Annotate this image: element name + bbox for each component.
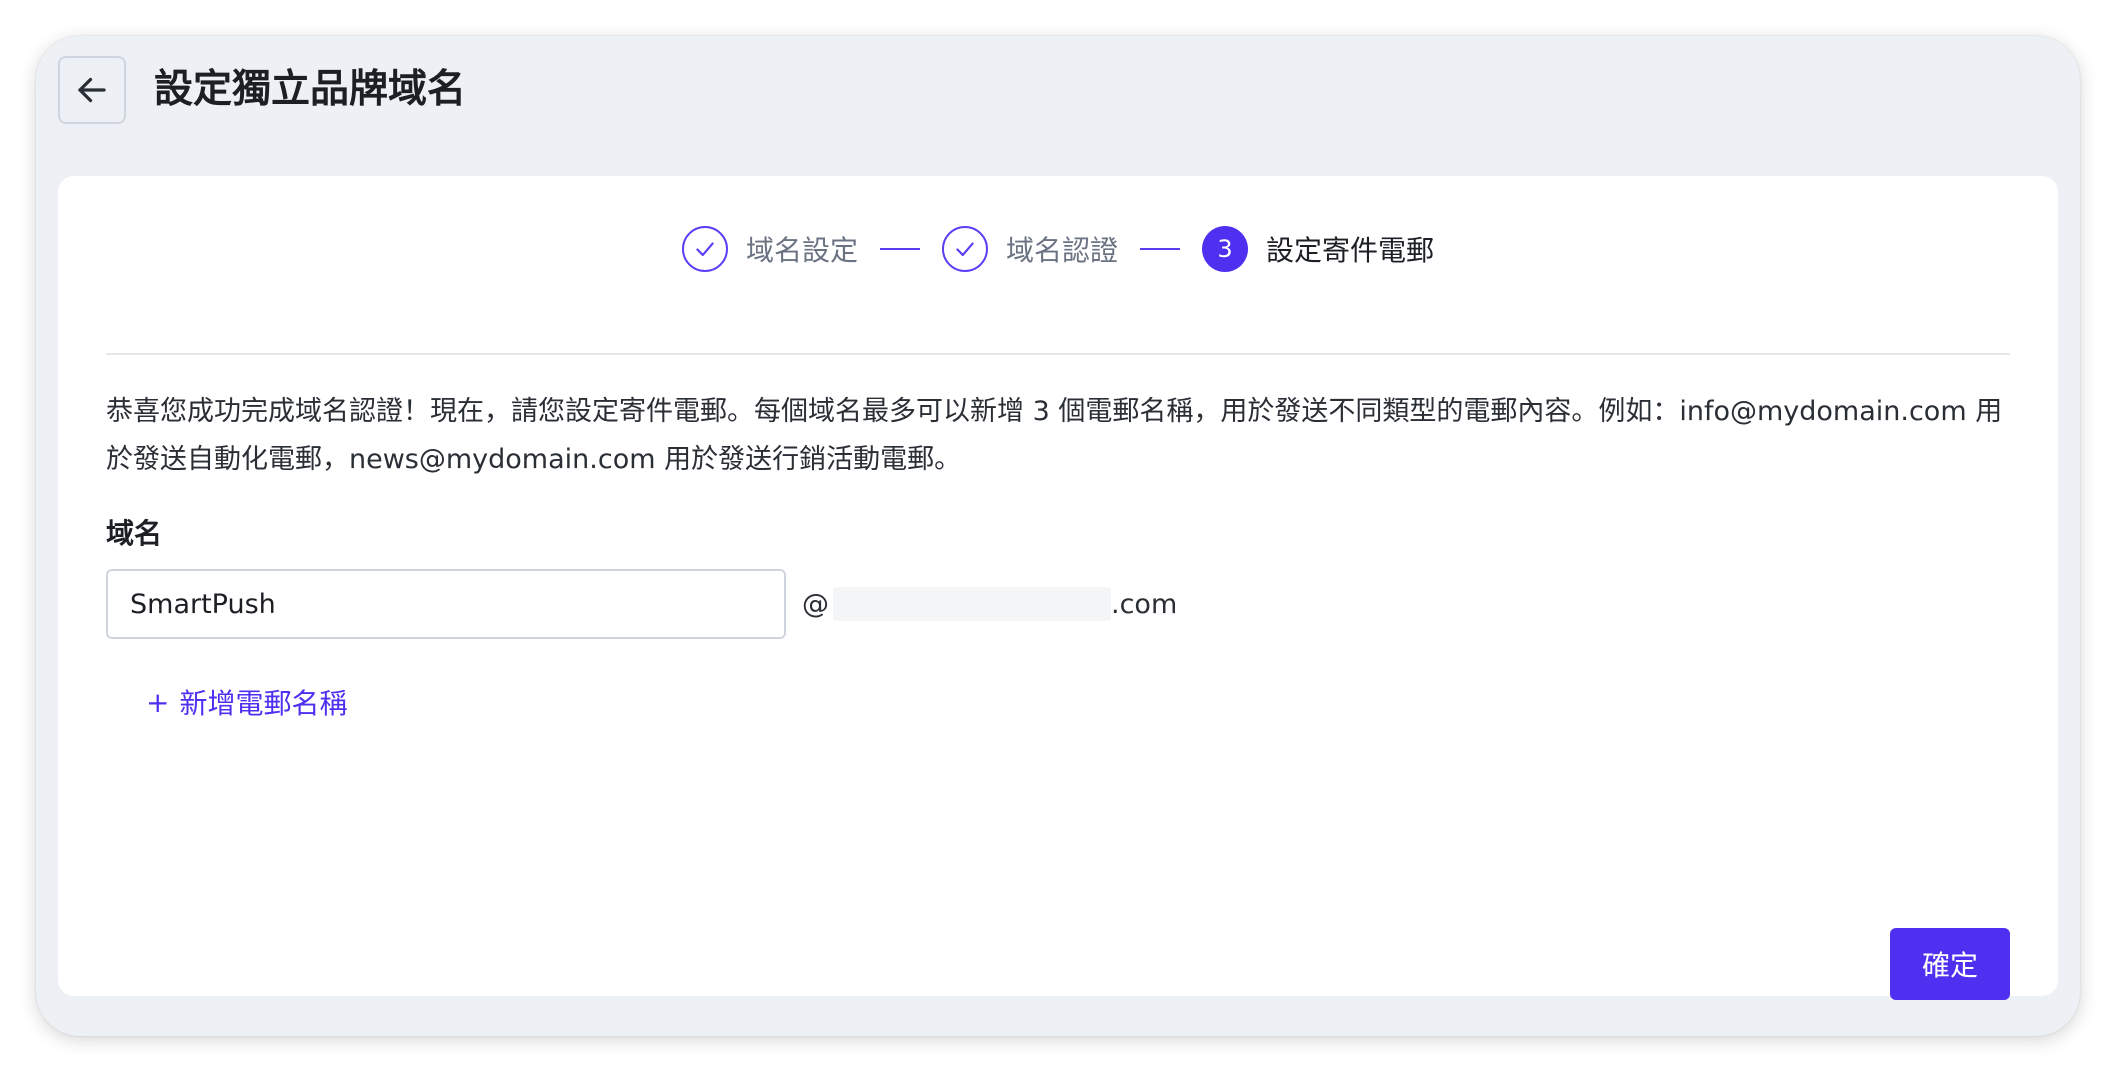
step-sender-email: 3 設定寄件電郵 (1202, 226, 1434, 272)
step-label: 域名認證 (1005, 234, 1118, 267)
arrow-left-icon (78, 77, 106, 103)
domain-tld: .com (1111, 588, 1178, 620)
at-sign: @ (802, 588, 829, 620)
redacted-domain (833, 587, 1111, 621)
step-done-indicator (681, 226, 728, 272)
stepper: 域名設定 域名認證 3 設定寄件電郵 (58, 223, 2058, 275)
divider (106, 353, 2010, 355)
page-header: 設定獨立品牌域名 (36, 36, 2080, 176)
check-icon (696, 242, 714, 257)
step-domain-setup: 域名設定 (681, 226, 858, 272)
add-email-name-label: 新增電郵名稱 (179, 687, 348, 720)
step-number-badge: 3 (1202, 226, 1248, 272)
add-email-name-link[interactable]: + 新增電郵名稱 (146, 682, 347, 722)
step-label: 設定寄件電郵 (1266, 234, 1435, 267)
instructions-text: 恭喜您成功完成域名認證！現在，請您設定寄件電郵。每個域名最多可以新增 3 個電郵… (106, 396, 2003, 475)
page-title: 設定獨立品牌域名 (154, 67, 467, 112)
domain-field-label: 域名 (106, 517, 163, 550)
email-name-row: @ .com (106, 569, 1177, 639)
check-icon (956, 242, 974, 257)
back-button[interactable] (58, 56, 126, 124)
step-domain-verification: 域名認證 (941, 226, 1118, 272)
content-card: 域名設定 域名認證 3 設定寄件電郵 恭喜您成功完成域名認證！現在，請您設定寄件… (58, 176, 2058, 1000)
step-done-indicator (941, 226, 988, 272)
step-connector (879, 248, 920, 250)
email-name-input[interactable] (106, 569, 786, 639)
confirm-button[interactable]: 確定 (1890, 928, 2010, 1000)
step-connector (1140, 248, 1180, 250)
plus-icon: + (146, 685, 170, 719)
step-label: 域名設定 (745, 234, 858, 267)
domain-suffix: @ .com (802, 587, 1177, 621)
app-window: 設定獨立品牌域名 域名設定 域名認證 3 設定寄件電郵 恭喜您成功完成域名認證！… (36, 36, 2080, 1036)
